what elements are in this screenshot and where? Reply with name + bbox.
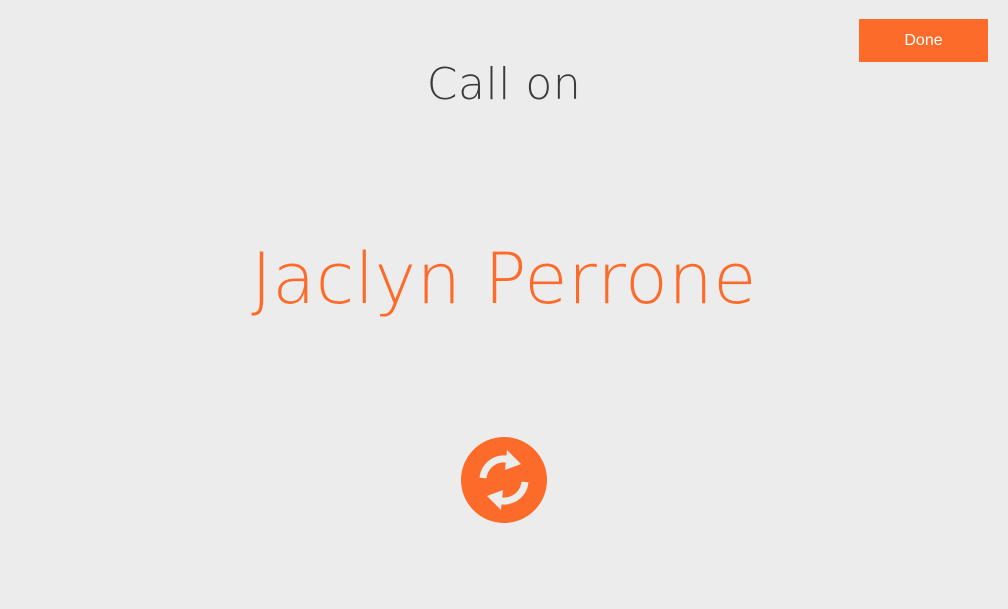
done-button[interactable]: Done (859, 19, 988, 62)
page-title: Call on (426, 59, 582, 110)
refresh-icon (479, 450, 529, 510)
student-name: Jaclyn Perrone (251, 238, 757, 320)
refresh-button[interactable] (461, 437, 547, 523)
call-on-screen: Done Call on Jaclyn Perrone (0, 0, 1008, 609)
